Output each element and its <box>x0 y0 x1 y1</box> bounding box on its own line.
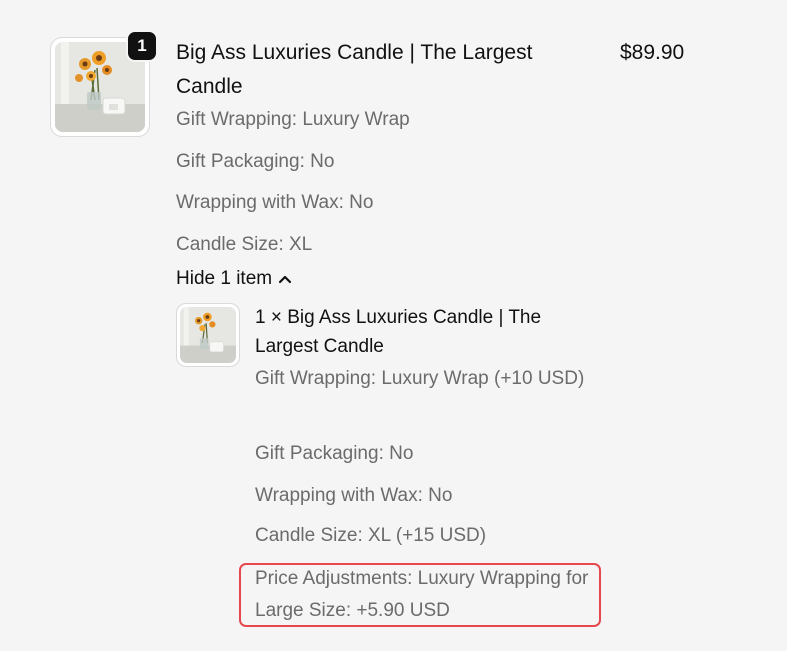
option-wrapping-with-wax: Wrapping with Wax: No <box>176 192 374 213</box>
sub-option-wrapping-with-wax: Wrapping with Wax: No <box>255 485 453 506</box>
option-gift-packaging: Gift Packaging: No <box>176 151 335 172</box>
sub-option-candle-size: Candle Size: XL (+15 USD) <box>255 525 487 546</box>
product-price: $89.90 <box>620 41 685 64</box>
hide-items-label: Hide 1 item <box>176 268 273 289</box>
sub-item-title: 1 × Big Ass Luxuries Candle | The Larges… <box>255 307 542 357</box>
chevron-up-icon <box>278 274 292 284</box>
price-adjustment-highlight <box>239 563 601 627</box>
sub-option-gift-packaging: Gift Packaging: No <box>255 443 414 464</box>
cart-line-item: 1 Big Ass Luxuries Candle | The Largest … <box>0 0 787 651</box>
quantity-badge: 1 <box>126 30 158 62</box>
product-title: Big Ass Luxuries Candle | The Largest Ca… <box>176 41 533 98</box>
sub-item-thumbnail <box>176 303 240 367</box>
candle-product-image <box>180 307 236 363</box>
sub-option-gift-wrapping: Gift Wrapping: Luxury Wrap (+10 USD) <box>255 368 585 389</box>
hide-items-toggle[interactable]: Hide 1 item <box>176 266 292 292</box>
option-gift-wrapping: Gift Wrapping: Luxury Wrap <box>176 109 410 130</box>
option-candle-size: Candle Size: XL <box>176 234 313 255</box>
